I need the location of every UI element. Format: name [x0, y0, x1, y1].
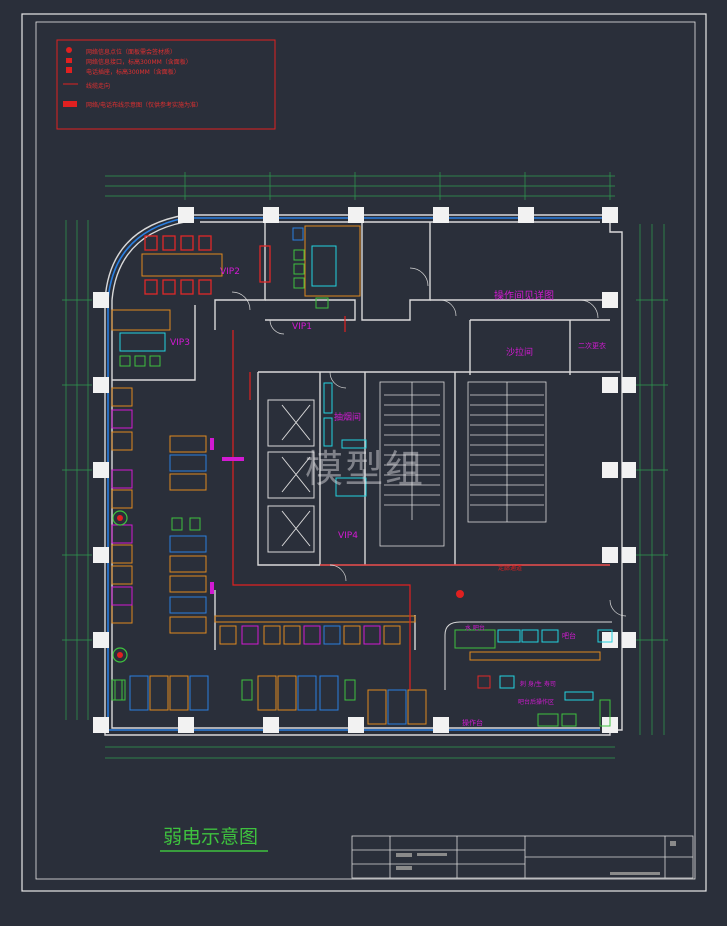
cable-markers [210, 438, 244, 594]
title-block-fill [396, 841, 676, 875]
room-label-corridor: 走廊通道 [498, 565, 523, 572]
legend-item-cable-route: 线缆走向 [86, 83, 111, 90]
drawing-title: 弱电示意图 [163, 826, 259, 848]
room-label-operation-table: 操作台 [462, 719, 483, 727]
legend-symbols [63, 47, 78, 107]
room-label-smoking: 抽烟间 [334, 413, 362, 423]
room-label-bar: 吧台 [562, 632, 576, 640]
network-outlets [112, 510, 464, 663]
room-label-counter-ops: 吧台后操作区 [518, 699, 555, 706]
bar-counter-row [214, 615, 416, 645]
west-booths [111, 387, 133, 624]
room-label-vip3: VIP3 [170, 338, 190, 348]
room-label-sand: 沙拉间 [506, 348, 534, 358]
room-label-operation: 操作间见详图 [494, 291, 554, 302]
watermark: 模型组 [305, 447, 426, 491]
legend-item-network-point: 网络信息点位（面板需会签材质） [86, 49, 177, 56]
room-label-vip2: VIP2 [220, 267, 240, 277]
legend-item-wiring-diagram: 网络/电话布线示意图（仅供参考实施为准） [86, 102, 203, 109]
room-label-vip4: VIP4 [338, 531, 358, 541]
middle-booths [111, 435, 207, 701]
bar-area [444, 621, 613, 727]
vip2-table [141, 235, 271, 295]
legend-item-phone-socket: 电话插座，标高300MM（含面板） [86, 69, 180, 76]
vip1-furniture [292, 225, 361, 309]
room-label-second-change: 二次更衣 [578, 342, 606, 350]
legend-item-network-socket: 网络信息接口，标高300MM（含面板） [86, 59, 192, 66]
room-label-sushi: 刺 身/生 寿司 [520, 681, 556, 688]
room-label-vip1: VIP1 [292, 322, 312, 332]
room-label-water-bar: 水 吧台 [465, 625, 485, 632]
vip3-furniture [111, 309, 171, 367]
south-booths [114, 675, 427, 725]
